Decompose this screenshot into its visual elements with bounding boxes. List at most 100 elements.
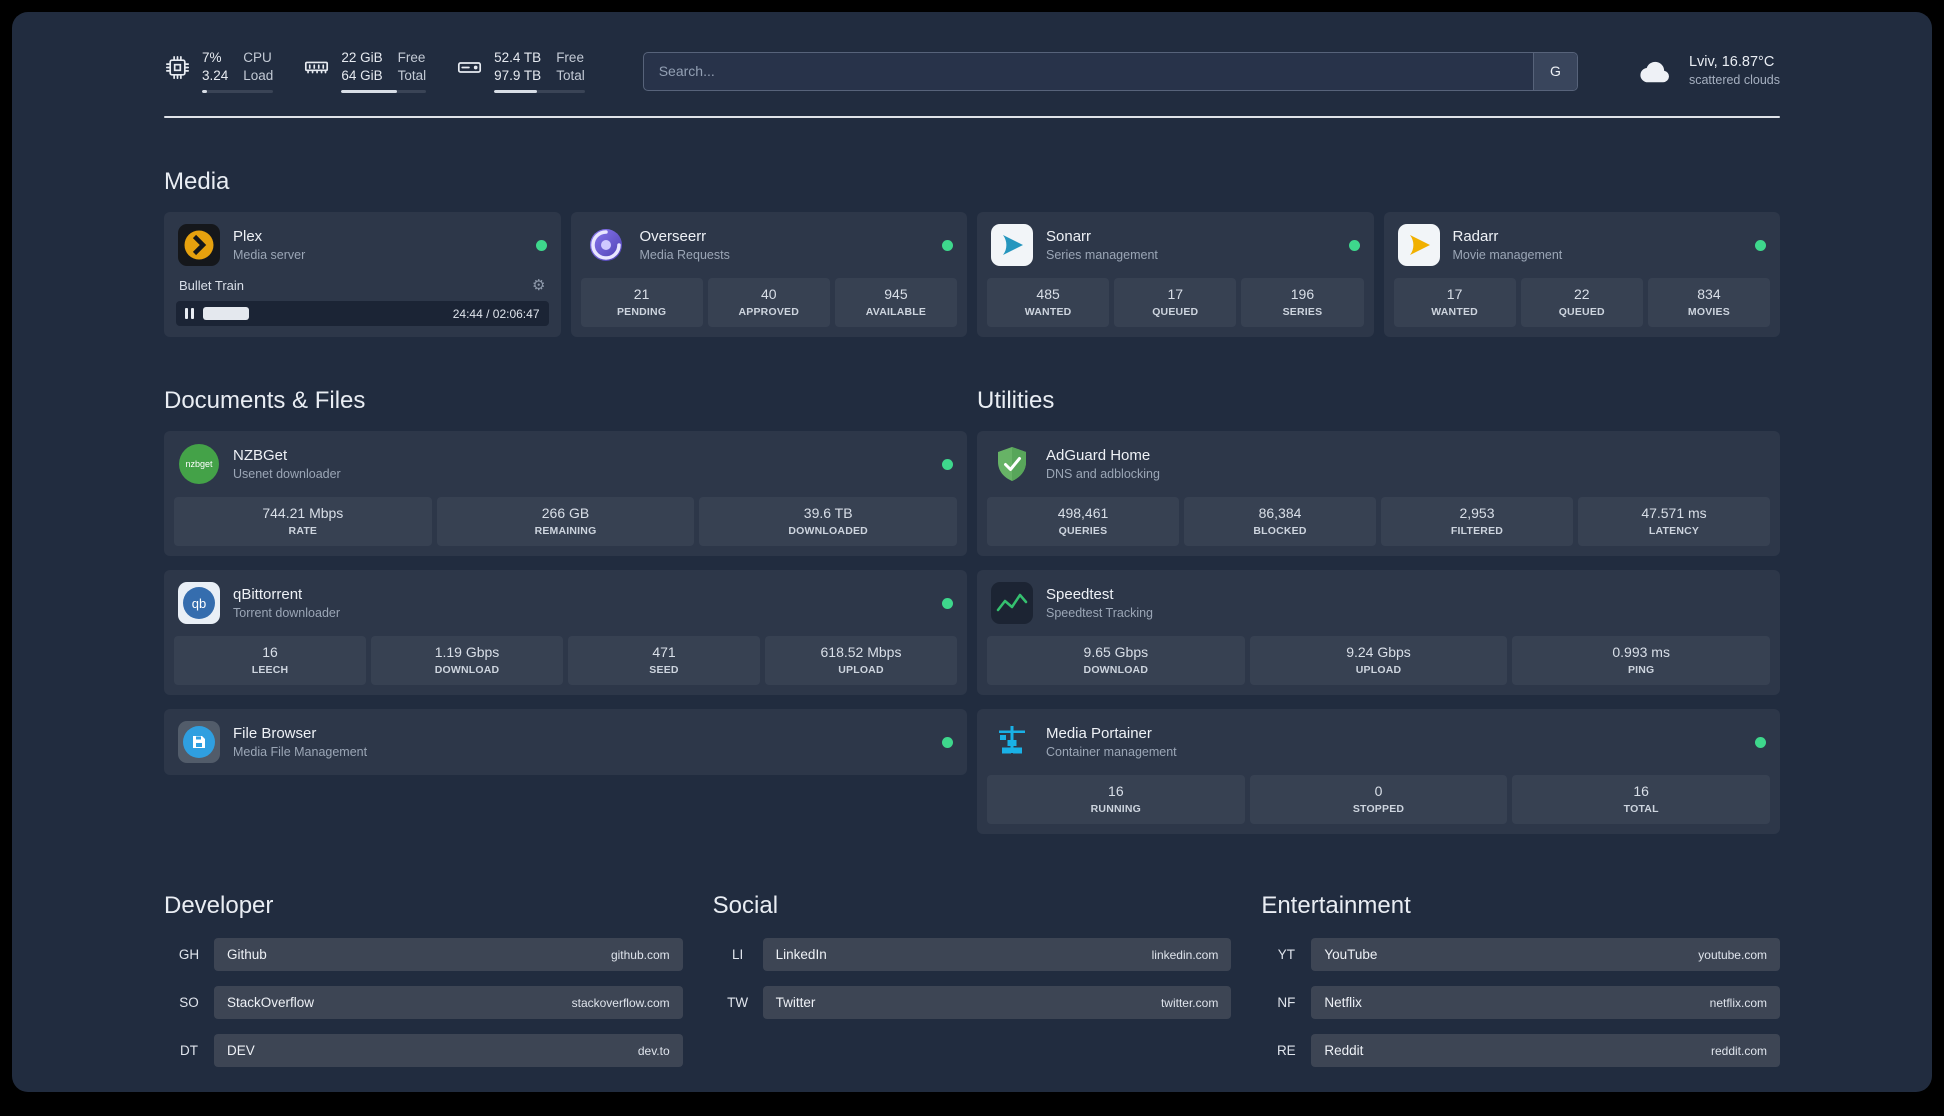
- bookmark-name: Twitter: [775, 995, 816, 1010]
- memory-progress-bar: [341, 90, 427, 94]
- memory-progress-fill: [341, 90, 398, 94]
- stat-downloaded: 39.6 TB DOWNLOADED: [699, 497, 958, 546]
- service-name: File Browser: [233, 725, 317, 743]
- weather-location: Lviv, 16.87°C: [1688, 53, 1775, 70]
- bookmark-linkedin[interactable]: LI LinkedIn linkedin.com: [713, 938, 1232, 971]
- plex-link[interactable]: Plex Media server: [174, 222, 551, 268]
- bookmark-name: YouTube: [1324, 947, 1378, 962]
- service-description: Media File Management: [233, 744, 368, 759]
- portainer-link[interactable]: Media Portainer Container management: [987, 719, 1770, 765]
- service-name: NZBGet: [233, 447, 288, 465]
- status-dot: [535, 239, 547, 251]
- adguard-card: AdGuard Home DNS and adblocking 498,461 …: [977, 431, 1780, 556]
- qbittorrent-link[interactable]: qb qBittorrent Torrent downloader: [174, 580, 957, 626]
- stat-queued: 17 QUEUED: [1114, 278, 1237, 327]
- bookmark-domain: dev.to: [637, 1043, 670, 1058]
- search-bar: G: [642, 51, 1578, 91]
- disk-icon: [456, 54, 483, 81]
- stat-leech: 16 LEECH: [174, 636, 366, 685]
- bookmark-domain: netflix.com: [1709, 995, 1767, 1010]
- memory-widget: 22 GiB 64 GiB Free Total: [303, 49, 427, 94]
- nzbget-icon: nzbget: [178, 443, 220, 485]
- cpu-label: CPU: [243, 49, 272, 65]
- section-title-utilities: Utilities: [977, 387, 1055, 414]
- bookmark-group-social: Social LI LinkedIn linkedin.com TW Twitt…: [713, 892, 1232, 1082]
- bookmark-name: DEV: [227, 1043, 255, 1058]
- seek-bar[interactable]: [203, 307, 444, 320]
- bookmark-netflix[interactable]: NF Netflix netflix.com: [1261, 986, 1780, 1019]
- bookmark-reddit[interactable]: RE Reddit reddit.com: [1261, 1034, 1780, 1067]
- stat-available: 945 AVAILABLE: [834, 278, 958, 327]
- bookmark-name: Netflix: [1324, 995, 1362, 1010]
- bookmark-dev[interactable]: DT DEV dev.to: [164, 1034, 683, 1067]
- bookmark-stackoverflow[interactable]: SO StackOverflow stackoverflow.com: [164, 986, 683, 1019]
- player-progress: 24:44 / 02:06:47: [176, 301, 549, 326]
- bookmark-group-developer: Developer GH Github github.com SO StackO…: [164, 892, 683, 1082]
- gear-icon[interactable]: ⚙: [532, 276, 545, 294]
- bookmark-twitter[interactable]: TW Twitter twitter.com: [713, 986, 1232, 1019]
- plex-icon: [178, 224, 220, 266]
- sonarr-icon: [991, 224, 1033, 266]
- service-description: Media Requests: [639, 247, 730, 262]
- memory-total-label: Total: [397, 68, 427, 83]
- media-grid: Plex Media server Bullet Train ⚙ 24:44 /…: [164, 212, 1780, 337]
- overseerr-link[interactable]: Overseerr Media Requests: [581, 222, 958, 268]
- stat-total: 16 TOTAL: [1512, 775, 1771, 824]
- stat-ping: 0.993 ms PING: [1512, 636, 1771, 685]
- service-name: Radarr: [1452, 228, 1499, 246]
- service-description: Torrent downloader: [233, 605, 341, 620]
- radarr-link[interactable]: Radarr Movie management: [1394, 222, 1771, 268]
- radarr-card: Radarr Movie management 17 WANTED 22 QUE…: [1383, 212, 1780, 337]
- search-provider-button[interactable]: G: [1532, 52, 1577, 90]
- bookmark-domain: reddit.com: [1710, 1043, 1767, 1058]
- cpu-progress-fill: [202, 90, 207, 94]
- bookmark-domain: stackoverflow.com: [571, 995, 670, 1010]
- cpu-usage-value: 7%: [202, 49, 222, 65]
- filebrowser-link[interactable]: File Browser Media File Management: [174, 719, 957, 765]
- search-input[interactable]: [643, 52, 1533, 90]
- stat-approved: 40 APPROVED: [707, 278, 830, 327]
- adguard-icon: [991, 443, 1033, 485]
- stat-wanted: 17 WANTED: [1393, 278, 1516, 327]
- bookmark-abbr: RE: [1276, 1043, 1296, 1058]
- overseerr-card: Overseerr Media Requests 21 PENDING 40 A…: [570, 212, 967, 337]
- stat-download: 9.65 Gbps DOWNLOAD: [987, 636, 1245, 685]
- middle-columns: Documents & Files nzbget NZBGet Usenet d…: [164, 337, 1780, 848]
- stat-rate: 744.21 Mbps RATE: [174, 497, 432, 546]
- portainer-card: Media Portainer Container management 16 …: [977, 709, 1780, 834]
- weather-widget: Lviv, 16.87°C scattered clouds: [1636, 53, 1780, 89]
- speedtest-link[interactable]: Speedtest Speedtest Tracking: [987, 580, 1770, 626]
- section-title-media: Media: [164, 168, 230, 195]
- stat-seed: 471 SEED: [568, 636, 760, 685]
- memory-free-label: Free: [397, 49, 426, 65]
- bookmark-github[interactable]: GH Github github.com: [164, 938, 683, 971]
- bookmark-youtube[interactable]: YT YouTube youtube.com: [1261, 938, 1780, 971]
- disk-progress-bar: [494, 90, 585, 94]
- adguard-link[interactable]: AdGuard Home DNS and adblocking: [987, 441, 1770, 487]
- service-description: DNS and adblocking: [1046, 466, 1160, 481]
- sonarr-link[interactable]: Sonarr Series management: [987, 222, 1364, 268]
- cpu-progress-bar: [202, 90, 274, 94]
- disk-free-value: 52.4 TB: [494, 49, 542, 65]
- overseerr-icon: [585, 224, 627, 266]
- bookmark-abbr: TW: [727, 995, 749, 1010]
- portainer-icon: [991, 721, 1033, 763]
- status-dot: [1755, 239, 1766, 251]
- bookmark-abbr: DT: [180, 1043, 198, 1058]
- bookmark-name: Github: [227, 947, 267, 962]
- service-name: AdGuard Home: [1046, 447, 1151, 465]
- service-description: Media server: [233, 247, 306, 262]
- dashboard: 7% 3.24 CPU Load 22 GiB 64 GiB Free Tota…: [12, 12, 1932, 1092]
- service-description: Usenet downloader: [233, 466, 341, 481]
- service-name: qBittorrent: [233, 586, 303, 604]
- playback-time: 24:44 / 02:06:47: [452, 306, 540, 321]
- bookmark-domain: youtube.com: [1698, 947, 1767, 962]
- nzbget-link[interactable]: nzbget NZBGet Usenet downloader: [174, 441, 957, 487]
- memory-total-value: 64 GiB: [341, 68, 383, 83]
- filebrowser-card: File Browser Media File Management: [164, 709, 967, 775]
- status-dot: [1348, 239, 1360, 251]
- radarr-icon: [1397, 224, 1440, 266]
- stat-upload: 618.52 Mbps UPLOAD: [765, 636, 957, 685]
- stat-upload: 9.24 Gbps UPLOAD: [1249, 636, 1508, 685]
- pause-icon[interactable]: [185, 308, 194, 319]
